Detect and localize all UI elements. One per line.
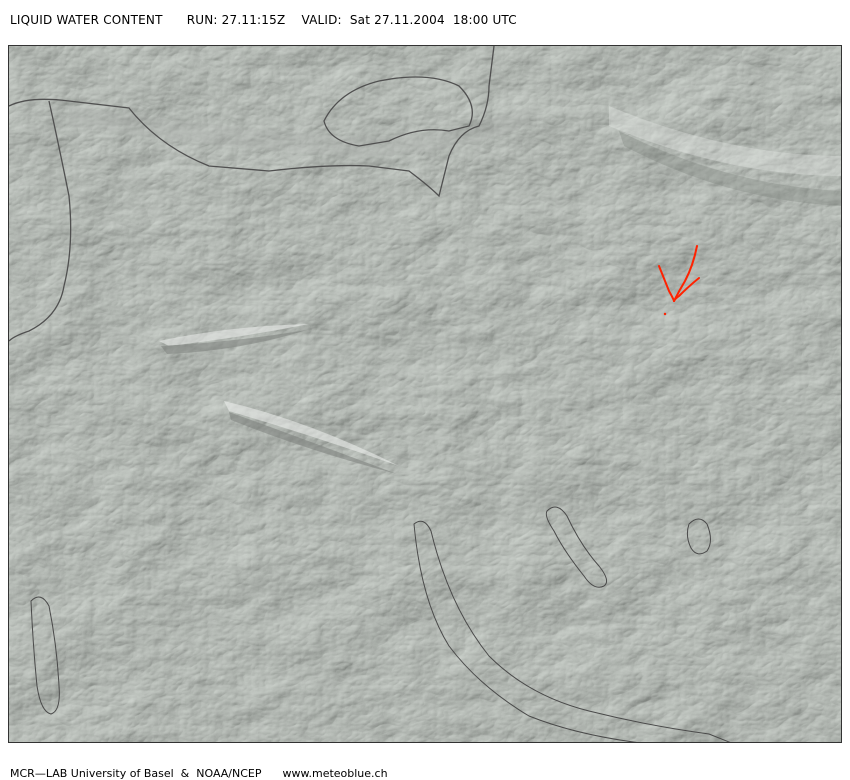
website-link[interactable]: www.meteoblue.ch: [283, 767, 388, 780]
run-time: RUN: 27.11:15Z: [186, 13, 286, 27]
map-credits: MCR—LAB University of Basel & NOAA/NCEP …: [10, 767, 388, 780]
valid-time: VALID: Sat 27.11.2004 18:00 UTC: [301, 13, 517, 27]
product-title: LIQUID WATER CONTENT: [10, 13, 163, 27]
lwc-dot: [663, 312, 667, 316]
credits-text: MCR—LAB University of Basel & NOAA/NCEP: [10, 767, 262, 780]
map-title-bar: LIQUID WATER CONTENT RUN: 27.11:15Z VALI…: [10, 13, 517, 27]
terrain-map: [8, 45, 842, 743]
